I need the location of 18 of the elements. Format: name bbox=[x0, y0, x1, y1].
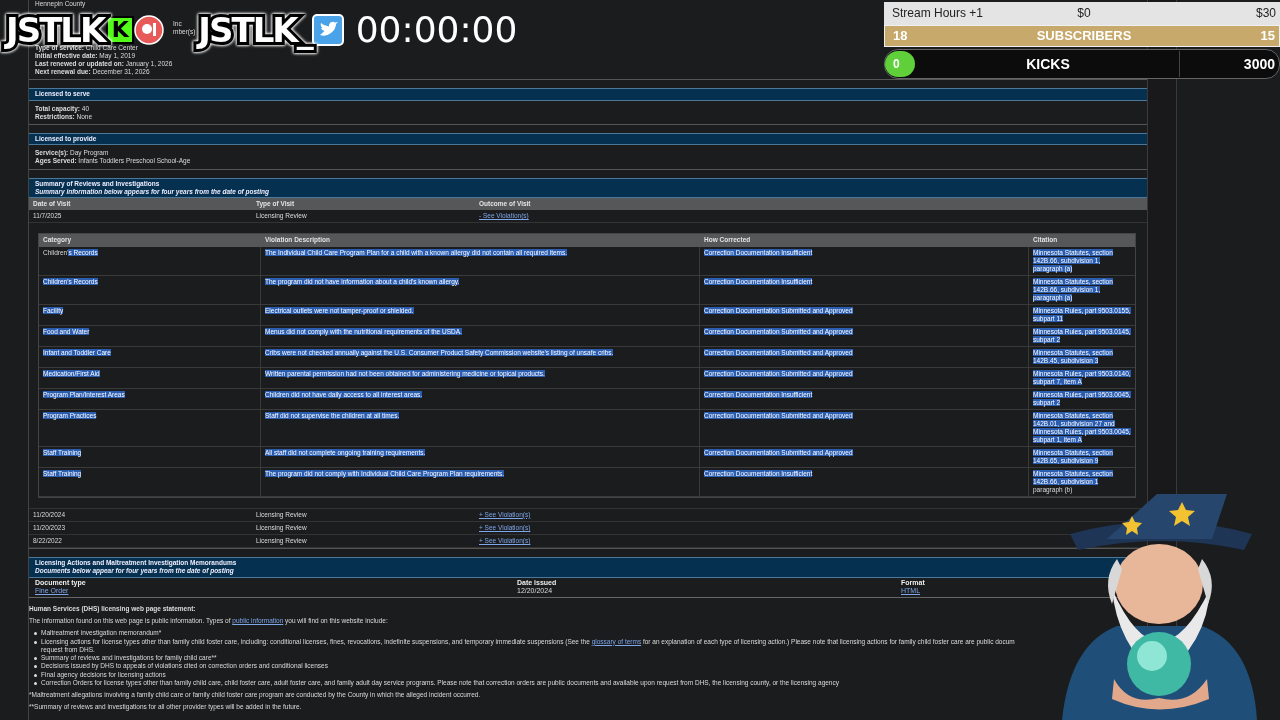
bullet-icon bbox=[34, 673, 37, 677]
bullet-icon bbox=[34, 665, 37, 669]
goal-label: KICKS bbox=[1025, 59, 1071, 69]
bird-icon bbox=[311, 14, 344, 46]
goal-target: $30 bbox=[1254, 5, 1276, 22]
bullet-icon bbox=[34, 681, 37, 685]
goal-target: 3000 bbox=[1179, 51, 1279, 77]
bullet-icon bbox=[34, 657, 37, 661]
goal-label: Stream Hours +1 bbox=[892, 5, 985, 22]
goal-label: SUBSCRIBERS bbox=[1036, 27, 1132, 45]
goal-current: $0 bbox=[1077, 5, 1091, 22]
kick-logo: K bbox=[106, 16, 135, 44]
stream-timer: 00:00:00 bbox=[355, 9, 518, 51]
bullet-icon bbox=[34, 632, 37, 636]
bullet-icon bbox=[34, 640, 37, 644]
goal-count: 15 bbox=[1259, 27, 1275, 45]
logo-icon bbox=[134, 15, 165, 45]
goal-count: 18 bbox=[893, 27, 909, 45]
